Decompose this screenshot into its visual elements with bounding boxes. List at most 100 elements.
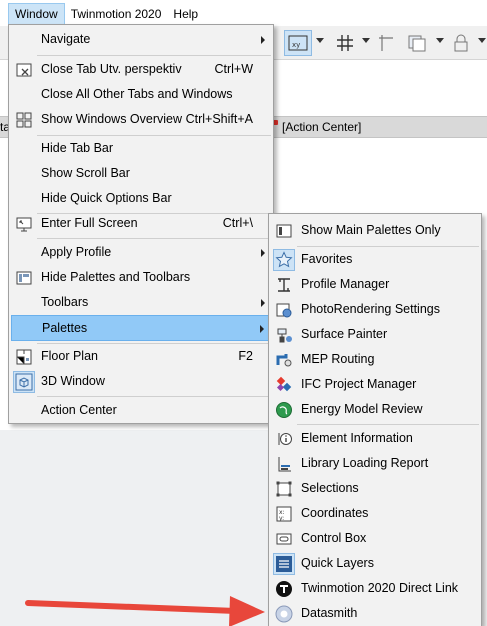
- element-info-icon: [273, 428, 295, 450]
- menu-item-show-windows-overview-label: Show Windows Overview: [41, 112, 183, 126]
- menu-item-close-tab-shortcut: Ctrl+W: [214, 62, 253, 76]
- menubar-help[interactable]: Help: [167, 3, 204, 25]
- submenu-arrow-icon: [261, 249, 265, 257]
- menu-item-surface-painter-label: Surface Painter: [301, 327, 388, 341]
- menu-item-close-tab-label: Close Tab Utv. perspektiv: [41, 62, 182, 76]
- menu-item-control-box-label: Control Box: [301, 531, 367, 545]
- menu-item-profile-manager-label: Profile Manager: [301, 277, 390, 291]
- menu-item-3d-window[interactable]: 3D Window: [11, 370, 271, 394]
- menu-item-hide-tab-bar[interactable]: Hide Tab Bar: [11, 137, 271, 161]
- full-screen-icon: [13, 213, 35, 235]
- menu-item-palettes-label: Palettes: [42, 321, 88, 335]
- main-palettes-icon: [273, 220, 295, 242]
- menu-item-ifc-project-manager-label: IFC Project Manager: [301, 377, 417, 391]
- menu-item-library-loading-report-label: Library Loading Report: [301, 456, 429, 470]
- menu-item-profile-manager[interactable]: Profile Manager: [271, 273, 479, 297]
- menu-item-palettes[interactable]: Palettes: [11, 315, 271, 341]
- menu-item-surface-painter[interactable]: Surface Painter: [271, 323, 479, 347]
- menu-item-hide-tab-bar-label: Hide Tab Bar: [41, 141, 114, 155]
- svg-text:y:: y:: [279, 515, 284, 522]
- menu-item-toolbars-label: Toolbars: [41, 295, 89, 309]
- coordinates-icon: x: y:: [273, 503, 295, 525]
- surface-painter-icon: [273, 324, 295, 346]
- menu-item-quick-layers[interactable]: Quick Layers: [271, 552, 479, 576]
- menubar-window[interactable]: Window: [8, 3, 65, 25]
- menu-item-enter-full-screen[interactable]: Enter Full Screen Ctrl+\: [11, 212, 271, 236]
- menu-item-action-center[interactable]: Action Center: [11, 399, 271, 423]
- menu-separator: [37, 238, 271, 239]
- menu-separator: [37, 55, 271, 56]
- menu-item-element-information[interactable]: Element Information: [271, 427, 479, 451]
- menu-separator: [297, 424, 479, 425]
- menu-item-datasmith-label: Datasmith: [301, 606, 358, 620]
- guide-lines-icon: [379, 35, 393, 51]
- menu-item-navigate[interactable]: Navigate: [11, 28, 271, 52]
- lock-button[interactable]: [450, 30, 472, 56]
- menu-item-favorites[interactable]: Favorites: [271, 248, 479, 272]
- layer-button[interactable]: [404, 30, 430, 56]
- floor-plan-icon: [13, 346, 35, 368]
- tab-action-center[interactable]: [Action Center]: [282, 120, 361, 134]
- palettes-toolbars-icon: [13, 267, 35, 289]
- guide-lines-button[interactable]: [374, 30, 398, 56]
- layer-icon: [408, 35, 426, 52]
- grid-snap-dropdown-icon[interactable]: [362, 38, 370, 43]
- menu-item-enter-full-screen-shortcut: Ctrl+\: [222, 216, 253, 230]
- profile-manager-icon: [273, 274, 295, 296]
- menu-item-energy-model-review[interactable]: Energy Model Review: [271, 398, 479, 422]
- menu-separator: [37, 135, 271, 136]
- window-menu: Navigate Close Tab Utv. perspektiv Ctrl+…: [8, 24, 274, 424]
- menu-item-coordinates[interactable]: x: y: Coordinates: [271, 502, 479, 526]
- menu-item-apply-profile-label: Apply Profile: [41, 245, 112, 259]
- layer-dropdown-icon[interactable]: [436, 38, 444, 43]
- menu-item-energy-model-review-label: Energy Model Review: [301, 402, 423, 416]
- submenu-arrow-icon: [261, 36, 265, 44]
- menu-item-ifc-project-manager[interactable]: IFC Project Manager: [271, 373, 479, 397]
- energy-globe-icon: [273, 399, 295, 421]
- photorendering-icon: [273, 299, 295, 321]
- menu-item-datasmith[interactable]: Datasmith: [271, 602, 479, 626]
- windows-overview-icon: [13, 109, 35, 131]
- menu-separator: [297, 246, 479, 247]
- menu-item-photorendering[interactable]: PhotoRendering Settings: [271, 298, 479, 322]
- menu-item-close-all-other-label: Close All Other Tabs and Windows: [41, 87, 233, 101]
- xy-view-icon: xy: [288, 35, 308, 51]
- menu-item-close-all-other[interactable]: Close All Other Tabs and Windows: [11, 83, 271, 107]
- menu-item-selections[interactable]: Selections: [271, 477, 479, 501]
- selections-icon: [273, 478, 295, 500]
- menu-item-hide-palettes-toolbars[interactable]: Hide Palettes and Toolbars: [11, 266, 271, 290]
- xy-view-button[interactable]: xy: [284, 30, 312, 56]
- menu-item-show-main-palettes[interactable]: Show Main Palettes Only: [271, 219, 479, 243]
- grid-snap-button[interactable]: [333, 30, 357, 56]
- menu-item-floor-plan[interactable]: Floor Plan F2: [11, 345, 271, 369]
- menu-item-library-loading-report[interactable]: Library Loading Report: [271, 452, 479, 476]
- menu-separator: [37, 396, 271, 397]
- menu-item-favorites-label: Favorites: [301, 252, 353, 266]
- menubar-twinmotion[interactable]: Twinmotion 2020: [65, 3, 168, 25]
- xy-view-dropdown-icon[interactable]: [316, 38, 324, 43]
- menu-item-twinmotion-direct-link[interactable]: Twinmotion 2020 Direct Link: [271, 577, 479, 601]
- menu-item-quick-layers-label: Quick Layers: [301, 556, 374, 570]
- mep-routing-icon: [273, 349, 295, 371]
- menu-item-show-main-palettes-label: Show Main Palettes Only: [301, 223, 441, 237]
- menubar-twinmotion-label: Twinmotion 2020: [70, 7, 162, 21]
- menu-item-hide-quick-options-bar[interactable]: Hide Quick Options Bar: [11, 187, 271, 211]
- palettes-submenu: Show Main Palettes Only Favorites Profil…: [268, 213, 482, 626]
- menu-item-show-windows-overview[interactable]: Show Windows Overview Ctrl+Shift+A: [11, 108, 271, 132]
- menu-item-close-tab[interactable]: Close Tab Utv. perspektiv Ctrl+W: [11, 58, 271, 82]
- menu-item-mep-routing[interactable]: MEP Routing: [271, 348, 479, 372]
- menu-item-floor-plan-label: Floor Plan: [41, 349, 98, 363]
- menu-item-show-scroll-bar[interactable]: Show Scroll Bar: [11, 162, 271, 186]
- menu-item-action-center-label: Action Center: [41, 403, 117, 417]
- grid-snap-icon: [337, 35, 353, 51]
- submenu-arrow-icon: [260, 325, 264, 333]
- menu-item-control-box[interactable]: Control Box: [271, 527, 479, 551]
- menu-item-toolbars[interactable]: Toolbars: [11, 291, 271, 315]
- menu-separator: [37, 343, 271, 344]
- lock-dropdown-icon[interactable]: [478, 38, 486, 43]
- quick-layers-icon: [273, 553, 295, 575]
- submenu-arrow-icon: [261, 299, 265, 307]
- menu-item-hide-palettes-toolbars-label: Hide Palettes and Toolbars: [41, 270, 191, 284]
- menu-item-apply-profile[interactable]: Apply Profile: [11, 241, 271, 265]
- svg-text:xy: xy: [292, 41, 300, 49]
